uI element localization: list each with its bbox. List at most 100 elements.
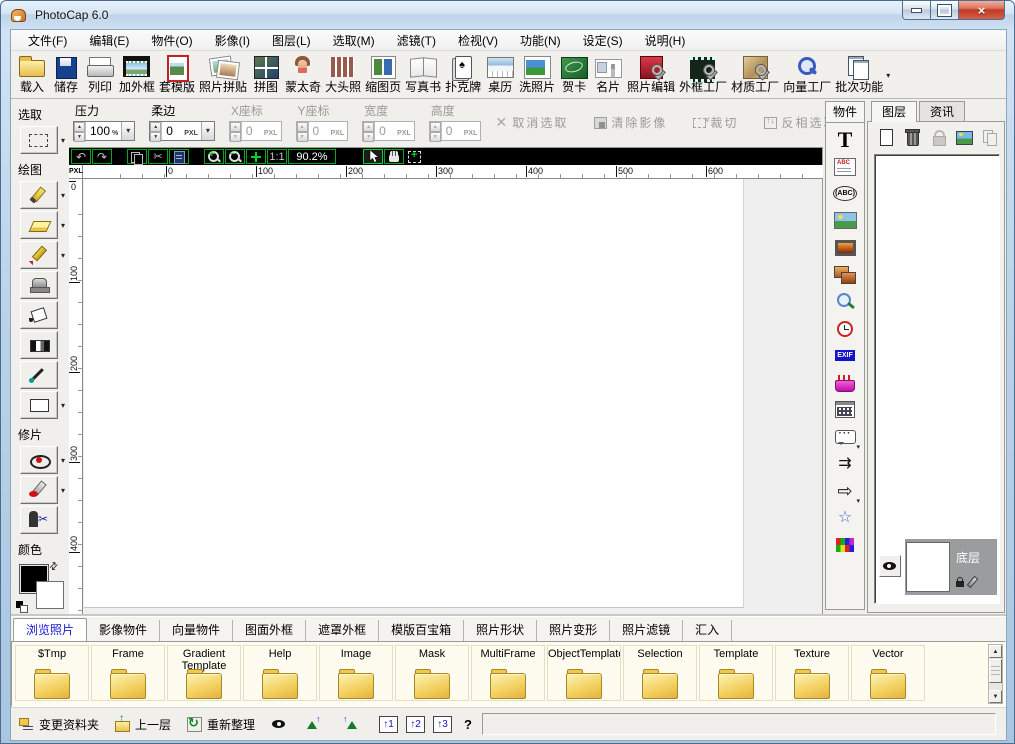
thumbnail-large-button[interactable] bbox=[343, 717, 363, 731]
menu-item-view[interactable]: 检视(V) bbox=[447, 30, 509, 51]
actual-size-button[interactable]: 1:1 bbox=[267, 149, 287, 164]
toolbar-desk-calendar-button[interactable]: 桌历 bbox=[483, 53, 517, 96]
redo-button[interactable]: ↷ bbox=[92, 149, 112, 164]
tool-red-eye-button[interactable] bbox=[20, 446, 58, 474]
menu-item-help[interactable]: 说明(H) bbox=[634, 30, 697, 51]
tab-browse-photos[interactable]: 浏览照片 bbox=[13, 618, 87, 641]
pointer-tool-button[interactable] bbox=[363, 149, 383, 164]
document-page[interactable] bbox=[84, 179, 744, 608]
layer-thumbnail[interactable] bbox=[906, 542, 950, 592]
spin-up-icon[interactable]: ▲ bbox=[150, 122, 161, 132]
tab-info[interactable]: 资讯 bbox=[919, 101, 965, 122]
toolbar-print-photo-button[interactable]: 洗照片 bbox=[517, 53, 557, 96]
toolbar-print-button[interactable]: 列印 bbox=[83, 53, 117, 96]
toolbar-save-button[interactable]: 储存 bbox=[49, 53, 83, 96]
toolbar-batch-button[interactable]: 批次功能▾ bbox=[833, 53, 885, 96]
scrollbar-thumb[interactable] bbox=[989, 659, 1002, 683]
zoom-out-button[interactable]: − bbox=[225, 149, 245, 164]
toolbar-puzzle-button[interactable]: 拼图 bbox=[249, 53, 283, 96]
tool-dropdown-icon[interactable]: ▾ bbox=[61, 401, 65, 410]
toolbar-montage-button[interactable]: 蒙太奇 bbox=[283, 53, 323, 96]
toolbar-thumbnail-page-button[interactable]: 缩图页 bbox=[363, 53, 403, 96]
menu-item-layer[interactable]: 图层(L) bbox=[261, 30, 322, 51]
tab-photo-filters[interactable]: 照片滤镜 bbox=[610, 620, 683, 641]
object-clock-button[interactable] bbox=[831, 315, 859, 342]
toolbar-apply-template-button[interactable]: 套模版 bbox=[157, 53, 197, 96]
spin-down-icon[interactable]: ▼ bbox=[74, 132, 85, 142]
paste-button[interactable] bbox=[169, 149, 189, 164]
folder-selection[interactable]: Selection bbox=[623, 645, 697, 701]
toolbar-photo-book-button[interactable]: 写真书 bbox=[403, 53, 443, 96]
parent-folder-button[interactable]: 上一层 bbox=[115, 716, 171, 733]
change-folder-button[interactable]: 变更资料夹 bbox=[19, 716, 99, 733]
selected-layer[interactable]: 底层 bbox=[905, 539, 997, 595]
tool-dropdown-icon[interactable]: ▾ bbox=[61, 136, 65, 145]
folder-scrollbar[interactable]: ▲ ▼ bbox=[988, 644, 1003, 704]
help-button[interactable]: ? bbox=[464, 717, 472, 732]
new-layer-icon[interactable] bbox=[878, 129, 895, 146]
option-soft-edge-spinner[interactable]: ▲▼0PXL▾ bbox=[149, 121, 215, 141]
toolbar-texture-factory-button[interactable]: 材质工厂 bbox=[729, 53, 781, 96]
tab-template-box[interactable]: 模版百宝箱 bbox=[379, 620, 464, 641]
cut-button[interactable]: ✂ bbox=[148, 149, 168, 164]
object-calendar-button[interactable] bbox=[831, 396, 859, 423]
undo-button[interactable]: ↶ bbox=[71, 149, 91, 164]
tab-photo-warp[interactable]: 照片变形 bbox=[537, 620, 610, 641]
spinner-arrows[interactable]: ▲▼ bbox=[150, 122, 162, 140]
object-text-button[interactable]: T bbox=[831, 126, 859, 153]
tab-vector-objects[interactable]: 向量物件 bbox=[160, 620, 233, 641]
default-colors-icon[interactable] bbox=[16, 601, 23, 608]
zoom-in-button[interactable]: + bbox=[204, 149, 224, 164]
toolbar-greeting-card-button[interactable]: 贺卡 bbox=[557, 53, 591, 96]
menu-item-filter[interactable]: 滤镜(T) bbox=[386, 30, 447, 51]
folder-template[interactable]: Template bbox=[699, 645, 773, 701]
folder-frame[interactable]: Frame bbox=[91, 645, 165, 701]
menu-item-image[interactable]: 影像(I) bbox=[204, 30, 261, 51]
folder-image[interactable]: Image bbox=[319, 645, 393, 701]
object-exif-button[interactable]: EXIF bbox=[831, 342, 859, 369]
object-speech-bubble-button[interactable]: ▾ bbox=[831, 423, 859, 450]
menu-item-function[interactable]: 功能(N) bbox=[509, 30, 572, 51]
toolbar-vector-factory-button[interactable]: 向量工厂 bbox=[781, 53, 833, 96]
spinner-dropdown-icon[interactable]: ▾ bbox=[121, 122, 134, 140]
layer-image-icon[interactable] bbox=[956, 129, 973, 146]
thumbnail-small-button[interactable] bbox=[307, 717, 327, 731]
object-curved-text-button[interactable]: (ABC) bbox=[831, 180, 859, 207]
tab-photo-shapes[interactable]: 照片形状 bbox=[464, 620, 537, 641]
menu-item-edit[interactable]: 编辑(E) bbox=[78, 30, 140, 51]
tab-picture-frames[interactable]: 图面外框 bbox=[233, 620, 306, 641]
view-level-1-button[interactable]: ↑1 bbox=[379, 716, 398, 733]
close-button[interactable]: × bbox=[959, 1, 1005, 20]
object-magnifier-button[interactable] bbox=[831, 288, 859, 315]
tool-heal-brush-button[interactable] bbox=[20, 476, 58, 504]
tool-dropdown-icon[interactable]: ▾ bbox=[61, 456, 65, 465]
tab-mask-frames[interactable]: 遮罩外框 bbox=[306, 620, 379, 641]
menu-item-object[interactable]: 物件(O) bbox=[140, 30, 203, 51]
folder-vector[interactable]: Vector bbox=[851, 645, 925, 701]
view-level-2-button[interactable]: ↑2 bbox=[406, 716, 425, 733]
object-photo-frame-button[interactable] bbox=[831, 234, 859, 261]
swap-colors-icon[interactable]: ⇄ bbox=[47, 560, 61, 574]
layer-row[interactable]: 底层 bbox=[877, 539, 997, 595]
object-image-button[interactable] bbox=[831, 207, 859, 234]
tool-marquee-button[interactable] bbox=[20, 126, 58, 154]
toolbar-photo-editor-button[interactable]: 照片编辑 bbox=[625, 53, 677, 96]
tool-dropdown-icon[interactable]: ▾ bbox=[61, 221, 65, 230]
tool-eraser-button[interactable] bbox=[20, 211, 58, 239]
toolbar-add-frame-button[interactable]: 加外框 bbox=[117, 53, 157, 96]
object-arrow-button[interactable]: ⇨▾ bbox=[831, 477, 859, 504]
toolbar-poker-button[interactable]: 扑克牌 bbox=[443, 53, 483, 96]
toolbar-load-button[interactable]: 载入 bbox=[15, 53, 49, 96]
folder-mask[interactable]: Mask bbox=[395, 645, 469, 701]
folder-texture[interactable]: Texture bbox=[775, 645, 849, 701]
tab-layers[interactable]: 图层 bbox=[871, 101, 917, 122]
layer-visibility-button[interactable] bbox=[879, 555, 901, 577]
option-pressure-spinner[interactable]: ▲▼100%▾ bbox=[73, 121, 135, 141]
tool-fill-button[interactable] bbox=[20, 301, 58, 329]
menu-item-select[interactable]: 选取(M) bbox=[322, 30, 386, 51]
toolbar-frame-factory-button[interactable]: 外框工厂 bbox=[677, 53, 729, 96]
tool-cutout-button[interactable] bbox=[20, 506, 58, 534]
folder-help[interactable]: Help bbox=[243, 645, 317, 701]
toolbar-photo-collage-button[interactable]: 照片拼贴 bbox=[197, 53, 249, 96]
tool-eyedropper-button[interactable] bbox=[20, 361, 58, 389]
